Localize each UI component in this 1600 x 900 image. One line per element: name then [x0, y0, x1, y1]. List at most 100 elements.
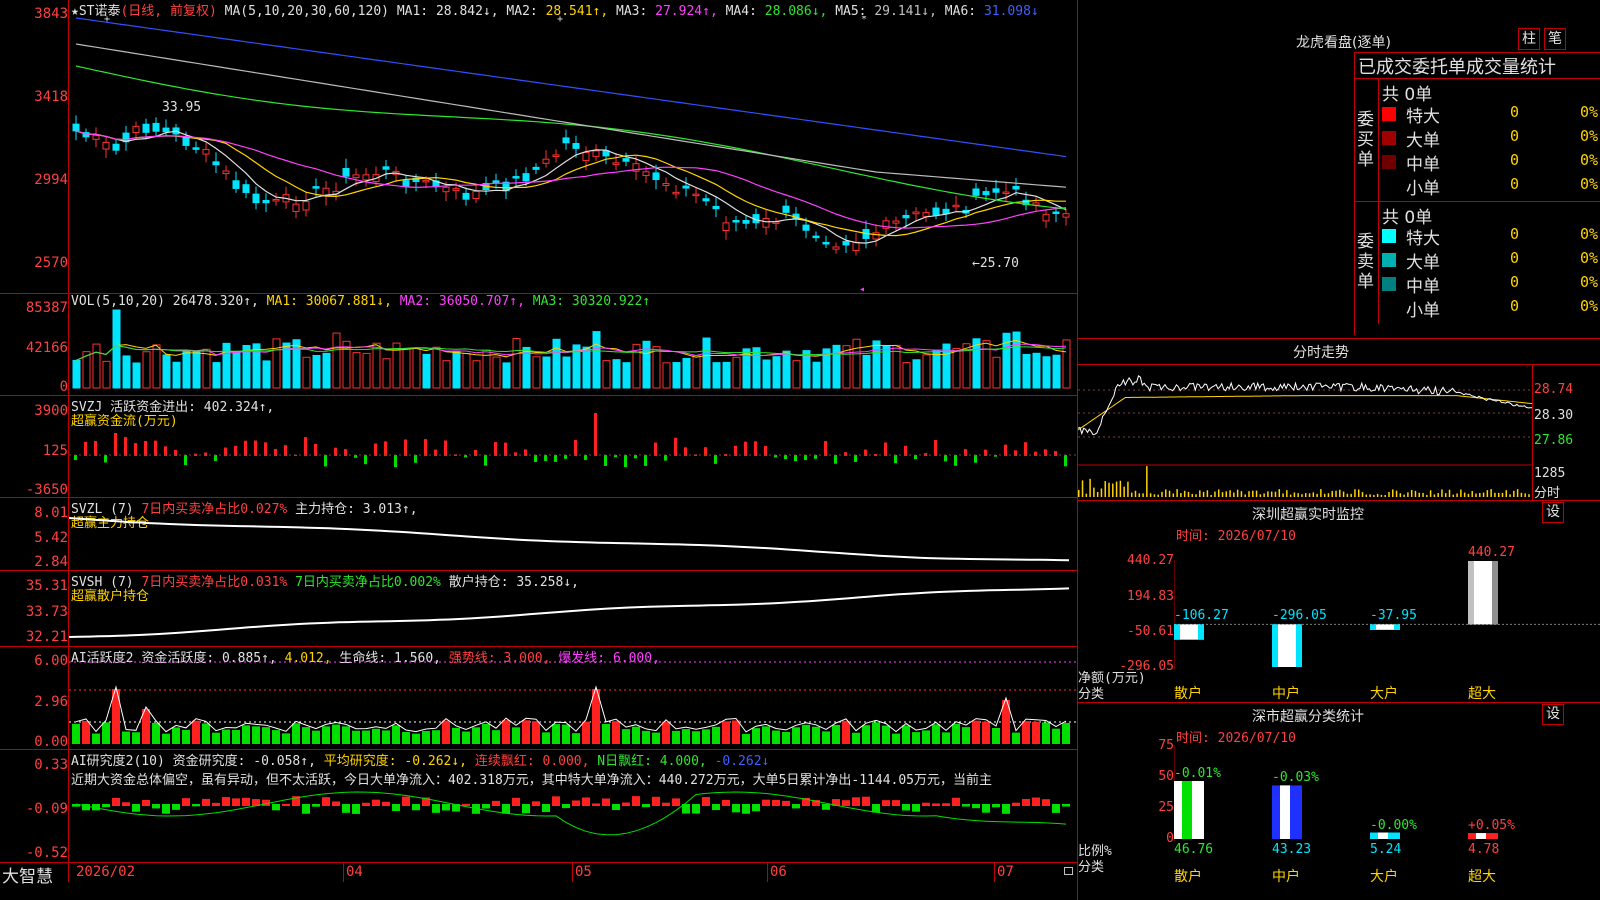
- lhb-title: 龙虎看盘(逐单): [1296, 35, 1391, 51]
- order-pct: 0%: [1580, 225, 1599, 243]
- intraday-vol-bar: [1429, 490, 1432, 497]
- flow-bar: [304, 437, 307, 456]
- activity-bar: [172, 727, 180, 744]
- bar-mode-button[interactable]: 柱: [1518, 28, 1540, 50]
- volume-bar: [532, 356, 541, 389]
- volume-bar: [162, 354, 171, 389]
- lock-icon[interactable]: [1064, 867, 1073, 875]
- fund-flow-chart[interactable]: [69, 398, 1077, 496]
- right-panel: 龙虎看盘(逐单) 柱 笔 已成交委托单成交量统计 委买单 委卖单 共 0单 共 …: [1078, 0, 1600, 900]
- main-holding-chart[interactable]: [69, 498, 1077, 570]
- order-type-label: 特大: [1406, 229, 1440, 249]
- chart-area[interactable]: ★ST诺泰(日线, 前复权) MA(5,10,20,30,60,120) MA1…: [0, 0, 1078, 900]
- monitor-bar: [1272, 624, 1302, 667]
- volume-bar: [762, 359, 771, 389]
- research-bar: [762, 799, 770, 806]
- intraday-vol-bar: [1191, 493, 1193, 497]
- research-bar: [512, 797, 520, 806]
- intraday-vol-bar: [1244, 494, 1246, 497]
- candle-body: [592, 150, 600, 157]
- candle-body: [542, 158, 550, 164]
- ai2-y-tick: 0.33: [34, 757, 68, 773]
- volume-bar: [112, 309, 121, 389]
- intraday-vol-bar: [1267, 491, 1269, 497]
- monitor-settings-button[interactable]: 设: [1542, 502, 1564, 523]
- intraday-vol-bar: [1199, 490, 1201, 497]
- research-bar: [482, 804, 490, 809]
- monitor-bar-edge: [1468, 561, 1474, 625]
- activity-bar: [462, 731, 470, 744]
- class-bar-value: 4.78: [1468, 842, 1500, 857]
- ai2-p3: 连续飘红: 0.000,: [474, 754, 590, 769]
- activity-bar: [922, 730, 930, 744]
- flow-bar: [584, 455, 587, 460]
- class-settings-button[interactable]: 设: [1542, 704, 1564, 725]
- retail-holding-chart[interactable]: [69, 571, 1077, 646]
- flow-bar: [214, 455, 217, 461]
- order-pct: 0%: [1580, 103, 1599, 121]
- candle-body: [972, 188, 980, 196]
- intraday-vol-bar: [1365, 494, 1368, 497]
- ai1-y-tick: 2.96: [34, 694, 68, 710]
- candle-body: [652, 172, 660, 181]
- class-bar-value: 46.76: [1174, 842, 1214, 857]
- research-bar: [612, 804, 620, 810]
- intraday-vol-bar: [1369, 494, 1371, 497]
- research-bar: [892, 800, 900, 806]
- app-logo[interactable]: 大智慧: [2, 862, 53, 887]
- activity-chart[interactable]: [69, 660, 1077, 748]
- candle-body: [942, 208, 950, 215]
- candle-body: [842, 240, 850, 246]
- tick-mode-button[interactable]: 笔: [1544, 28, 1566, 50]
- x-tick: [994, 862, 995, 882]
- candle-body: [1052, 211, 1060, 215]
- candlestick-chart[interactable]: + + * ◂: [69, 16, 1077, 292]
- volume-bar: [562, 356, 571, 389]
- class-category: 中户: [1272, 869, 1300, 885]
- intraday-vol-bar: [1524, 493, 1526, 497]
- intraday-vol-bar: [1433, 494, 1436, 497]
- intraday-chart[interactable]: [1078, 365, 1532, 500]
- class-bar-stripe: [1182, 781, 1192, 839]
- activity-bar: [512, 727, 520, 744]
- intraday-vol-bar: [1399, 493, 1402, 497]
- monitor-y-tick: -50.61: [1127, 624, 1174, 639]
- svzj-y-tick: 125: [42, 443, 68, 459]
- research-bar: [1022, 798, 1030, 806]
- candle-body: [102, 141, 110, 150]
- candle-body: [692, 193, 700, 197]
- svsh-y-tick: 35.31: [25, 578, 68, 594]
- volume-bar: [102, 360, 111, 389]
- volume-chart[interactable]: [69, 308, 1077, 394]
- volume-bar: [922, 354, 931, 389]
- candle-body: [672, 191, 680, 195]
- intraday-vol-bar: [1089, 478, 1091, 497]
- flow-bar: [324, 455, 327, 467]
- research-chart[interactable]: [69, 786, 1077, 862]
- volume-bar: [872, 340, 881, 389]
- intraday-right-axis: [1532, 364, 1533, 500]
- activity-bar: [932, 724, 940, 744]
- volume-bar: [362, 352, 371, 389]
- research-bar: [852, 797, 860, 806]
- activity-bar: [942, 732, 950, 744]
- volume-bar: [932, 349, 941, 389]
- research-bar: [1012, 802, 1020, 806]
- volume-bar: [192, 351, 201, 389]
- flow-bar: [74, 455, 77, 460]
- monitor-bar: [1468, 561, 1498, 625]
- order-color-swatch: [1382, 155, 1396, 169]
- flow-bar: [944, 455, 947, 462]
- candle-body: [142, 123, 150, 133]
- intraday-vol-bar: [1418, 492, 1420, 497]
- vol-header: VOL(5,10,20) 26478.320↑, MA1: 30067.881↓…: [71, 294, 650, 309]
- volume-bar: [292, 339, 301, 389]
- research-bar: [732, 804, 740, 813]
- intraday-vol-bar: [1210, 494, 1212, 497]
- main-holding-line: [69, 517, 1070, 562]
- intraday-vol-bar: [1410, 489, 1413, 497]
- activity-bar: [642, 730, 650, 744]
- intraday-vol-bar: [1217, 489, 1220, 497]
- flow-bar: [714, 455, 717, 464]
- volume-bar: [182, 350, 191, 389]
